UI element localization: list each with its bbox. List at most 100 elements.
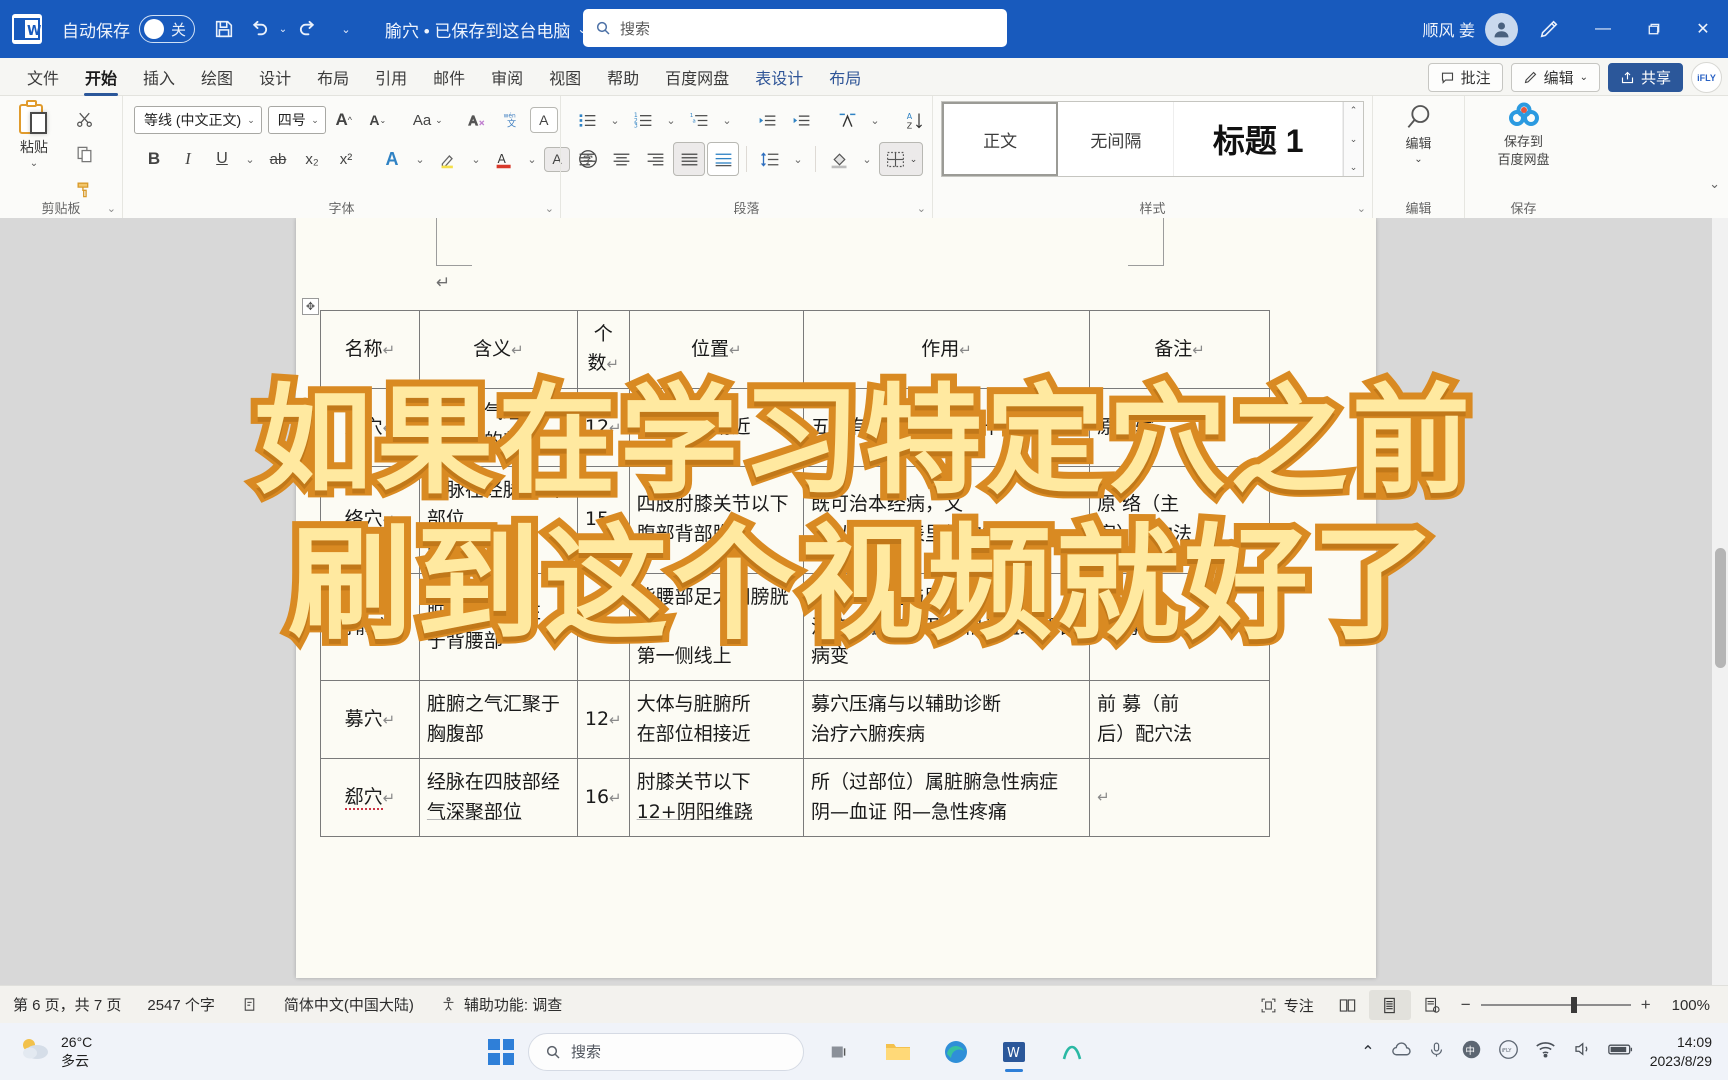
volume-icon[interactable] xyxy=(1572,1040,1592,1063)
document-canvas[interactable]: ↵ ✥ 名称↵ 含义↵ 个 数↵ 位置↵ 作用↵ 备注↵ 原穴↵ 脏腑原气经过 … xyxy=(0,218,1728,985)
cell-count[interactable]: 12↵ xyxy=(576,680,630,760)
ifly-icon[interactable]: iFLY xyxy=(1691,62,1722,93)
scroll-up-icon[interactable]: ⌃ xyxy=(1350,105,1358,116)
shading-chevron-down-icon[interactable]: ⌄ xyxy=(857,142,877,176)
increase-indent-icon[interactable] xyxy=(785,103,817,137)
taskbar-search[interactable]: 搜索 xyxy=(528,1032,804,1071)
document-title[interactable]: 腧穴 • 已保存到这台电脑 ⌄ xyxy=(385,17,587,42)
header-cell-note[interactable]: 备注↵ xyxy=(1089,310,1270,389)
bullet-list-icon[interactable] xyxy=(571,103,603,137)
cell-note[interactable]: 前 募（前 后）配穴法 xyxy=(1089,680,1270,760)
taskbar-clock[interactable]: 14:09 2023/8/29 xyxy=(1650,1033,1712,1071)
battery-icon[interactable] xyxy=(1607,1042,1634,1062)
bold-button[interactable]: B xyxy=(138,142,170,176)
chevron-down-icon[interactable]: ⌄ xyxy=(247,115,255,126)
vertical-scrollbar[interactable] xyxy=(1712,218,1728,985)
tab-draw[interactable]: 绘图 xyxy=(188,58,246,96)
tab-design[interactable]: 设计 xyxy=(246,58,304,96)
editing-mode-button[interactable]: 编辑 ⌄ xyxy=(1510,63,1600,92)
ribbon-collapse-icon[interactable]: ⌄ xyxy=(1709,176,1720,192)
cell-location[interactable]: 肘膝关节以下 12+阴阳维跷 xyxy=(628,758,804,838)
scrollbar-thumb[interactable] xyxy=(1715,548,1726,668)
pen-icon[interactable] xyxy=(1532,10,1566,48)
cell-effect[interactable]: 五脏有疾也，当取之十二原 xyxy=(802,387,1091,467)
tab-help[interactable]: 帮助 xyxy=(594,58,652,96)
proofing-status[interactable] xyxy=(228,986,271,1024)
styles-more-icon[interactable]: ⌄ xyxy=(1350,162,1358,173)
font-color-icon[interactable]: A xyxy=(488,142,520,176)
tab-table-design[interactable]: 表设计 xyxy=(742,58,816,96)
cell-location[interactable]: 背腰部足太阳膀胱经 第一侧线上 xyxy=(628,573,804,682)
sort-icon[interactable]: A Z xyxy=(899,103,931,137)
cell-note[interactable]: 原 络（主 客）配穴法 xyxy=(1089,465,1270,575)
font-name-combo[interactable]: 等线 (中文正文) ⌄ xyxy=(134,106,262,134)
cell-meaning[interactable]: 脏腑之气汇聚于 胸腹部 xyxy=(418,680,578,760)
paste-chevron-down-icon[interactable]: ⌄ xyxy=(30,158,38,169)
asian-layout-icon[interactable] xyxy=(831,103,863,137)
header-cell-meaning[interactable]: 含义↵ xyxy=(418,310,578,389)
task-view-icon[interactable] xyxy=(818,1030,862,1074)
edge-browser-icon[interactable] xyxy=(934,1030,978,1074)
undo-chevron-down-icon[interactable]: ⌄ xyxy=(275,10,291,48)
document-page[interactable]: ↵ ✥ 名称↵ 含义↵ 个 数↵ 位置↵ 作用↵ 备注↵ 原穴↵ 脏腑原气经过 … xyxy=(296,218,1376,978)
ime-icon[interactable]: 中 xyxy=(1461,1039,1482,1065)
cell-effect[interactable]: 募穴压痛与以辅助诊断 治疗六腑疾病 xyxy=(802,680,1091,760)
shading-icon[interactable] xyxy=(823,142,855,176)
numbered-list-icon[interactable]: 1 2 3 xyxy=(627,103,659,137)
cell-note[interactable]: 原一输 xyxy=(1089,387,1270,467)
paragraph-dialog-launcher[interactable]: ⌄ xyxy=(917,202,926,215)
header-cell-count[interactable]: 个 数↵ xyxy=(576,310,630,389)
asian-layout-chevron-down-icon[interactable]: ⌄ xyxy=(865,103,885,137)
numbering-chevron-down-icon[interactable]: ⌄ xyxy=(661,103,681,137)
search-box[interactable]: 搜索 xyxy=(583,9,1007,47)
find-button[interactable]: 编辑 ⌄ xyxy=(1381,96,1457,167)
line-spacing-chevron-down-icon[interactable]: ⌄ xyxy=(788,142,808,176)
cell-name[interactable]: 郄穴↵ xyxy=(320,758,420,838)
italic-button[interactable]: I xyxy=(172,142,204,176)
borders-icon[interactable]: ⌄ xyxy=(879,142,923,176)
tab-file[interactable]: 文件 xyxy=(14,58,72,96)
web-layout-icon[interactable] xyxy=(1411,990,1453,1020)
text-effects-icon[interactable]: A xyxy=(376,142,408,176)
cell-location[interactable]: 大体与脏腑所 在部位相接近 xyxy=(628,680,804,760)
ifly-icon[interactable]: iFLY xyxy=(1498,1039,1519,1065)
font-dialog-launcher[interactable]: ⌄ xyxy=(545,202,554,215)
shrink-font-icon[interactable]: A ⌄ xyxy=(362,103,394,137)
cell-location[interactable]: 腕踝关节附近 xyxy=(628,387,804,467)
cell-name[interactable]: 募穴↵ xyxy=(320,680,420,760)
highlight-icon[interactable] xyxy=(432,142,464,176)
chevron-down-icon[interactable]: ⌄ xyxy=(910,154,918,165)
autosave-control[interactable]: 自动保存 关 xyxy=(62,15,195,43)
superscript-button[interactable]: x² xyxy=(330,142,362,176)
wifi-icon[interactable] xyxy=(1535,1041,1556,1063)
clipboard-dialog-launcher[interactable]: ⌄ xyxy=(107,202,116,215)
cell-count[interactable]: 15↵ xyxy=(576,465,630,575)
header-cell-effect[interactable]: 作用↵ xyxy=(802,310,1091,389)
cell-note[interactable]: ↵ xyxy=(1089,758,1270,838)
tab-mailings[interactable]: 邮件 xyxy=(420,58,478,96)
chevron-down-icon[interactable]: ⌄ xyxy=(1580,72,1588,83)
cell-effect[interactable]: 既可治本经病，又 可以治疗相表里经的病症 xyxy=(802,465,1091,575)
tab-view[interactable]: 视图 xyxy=(536,58,594,96)
weather-widget[interactable]: 26°C 多云 xyxy=(0,1033,92,1069)
underline-chevron-down-icon[interactable]: ⌄ xyxy=(240,142,260,176)
tab-references[interactable]: 引用 xyxy=(362,58,420,96)
line-spacing-icon[interactable] xyxy=(754,142,786,176)
align-center-icon[interactable] xyxy=(605,142,637,176)
chevron-down-icon[interactable]: ⌄ xyxy=(311,115,319,126)
close-button[interactable]: ✕ xyxy=(1680,0,1726,58)
font-color-chevron-down-icon[interactable]: ⌄ xyxy=(522,142,542,176)
windows-start-icon[interactable] xyxy=(488,1038,514,1065)
strikethrough-icon[interactable]: ab xyxy=(262,142,294,176)
language-indicator[interactable]: 简体中文(中国大陆) xyxy=(271,986,427,1024)
scissors-icon[interactable] xyxy=(68,102,100,136)
style-item-body[interactable]: 正文 xyxy=(942,102,1059,176)
read-mode-icon[interactable] xyxy=(1327,990,1369,1020)
cell-name[interactable]: 络穴↵ xyxy=(320,465,420,575)
font-size-combo[interactable]: 四号 ⌄ xyxy=(267,106,326,134)
style-item-heading1[interactable]: 标题 1 xyxy=(1174,102,1343,176)
word-count[interactable]: 2547 个字 xyxy=(134,986,228,1024)
align-left-icon[interactable] xyxy=(571,142,603,176)
tab-baidu-netdisk[interactable]: 百度网盘 xyxy=(652,58,742,96)
cell-location[interactable]: 四肢肘膝关节以下 腹部背部胸胁 xyxy=(628,465,804,575)
